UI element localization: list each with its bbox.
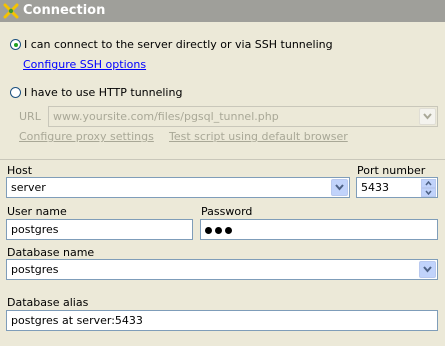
username-label: User name — [7, 205, 67, 218]
panel-header: Connection — [0, 0, 445, 22]
dbname-combobox[interactable]: postgres — [6, 259, 438, 280]
host-combobox[interactable]: server — [6, 177, 350, 198]
alias-label: Database alias — [7, 296, 89, 309]
password-dot — [215, 226, 222, 234]
username-value: postgres — [11, 223, 59, 236]
chevron-up-icon — [425, 181, 432, 186]
password-mask — [205, 223, 235, 236]
password-dot — [225, 226, 232, 234]
port-decrement-button[interactable] — [421, 188, 436, 197]
port-label: Port number — [357, 164, 426, 177]
test-script-link[interactable]: Test script using default browser — [169, 130, 348, 143]
alias-input[interactable]: postgres at server:5433 — [6, 310, 438, 331]
dbname-dropdown-button[interactable] — [419, 261, 436, 278]
url-value: www.yoursite.com/files/pgsql_tunnel.php — [53, 110, 279, 123]
http-tunneling-label: I have to use HTTP tunneling — [24, 86, 183, 99]
configure-proxy-link[interactable]: Configure proxy settings — [19, 130, 154, 143]
dbname-label: Database name — [7, 246, 95, 259]
host-dropdown-button[interactable] — [331, 179, 348, 196]
port-spinner[interactable]: 5433 — [356, 177, 438, 198]
configure-ssh-link[interactable]: Configure SSH options — [23, 58, 146, 71]
host-value: server — [11, 181, 46, 194]
alias-value: postgres at server:5433 — [11, 314, 143, 327]
host-label: Host — [7, 164, 33, 177]
url-label: URL — [19, 110, 41, 123]
port-value: 5433 — [361, 181, 389, 194]
dbname-value: postgres — [11, 263, 59, 276]
chevron-down-icon — [423, 113, 432, 120]
password-input[interactable] — [200, 219, 438, 240]
connection-icon — [3, 3, 19, 19]
password-label: Password — [201, 205, 253, 218]
section-divider — [0, 159, 445, 160]
port-increment-button[interactable] — [421, 179, 436, 188]
chevron-down-icon — [335, 184, 344, 191]
direct-connection-label: I can connect to the server directly or … — [24, 38, 333, 51]
url-combobox[interactable]: www.yoursite.com/files/pgsql_tunnel.php — [48, 106, 438, 127]
radio-selected-dot — [14, 43, 18, 47]
direct-connection-radio[interactable] — [10, 39, 21, 50]
panel-title: Connection — [23, 3, 106, 18]
password-dot — [205, 226, 212, 234]
chevron-down-icon — [423, 266, 432, 273]
username-input[interactable]: postgres — [6, 219, 193, 240]
chevron-down-icon — [425, 190, 432, 195]
url-dropdown-button[interactable] — [419, 108, 436, 125]
http-tunneling-radio[interactable] — [10, 87, 21, 98]
